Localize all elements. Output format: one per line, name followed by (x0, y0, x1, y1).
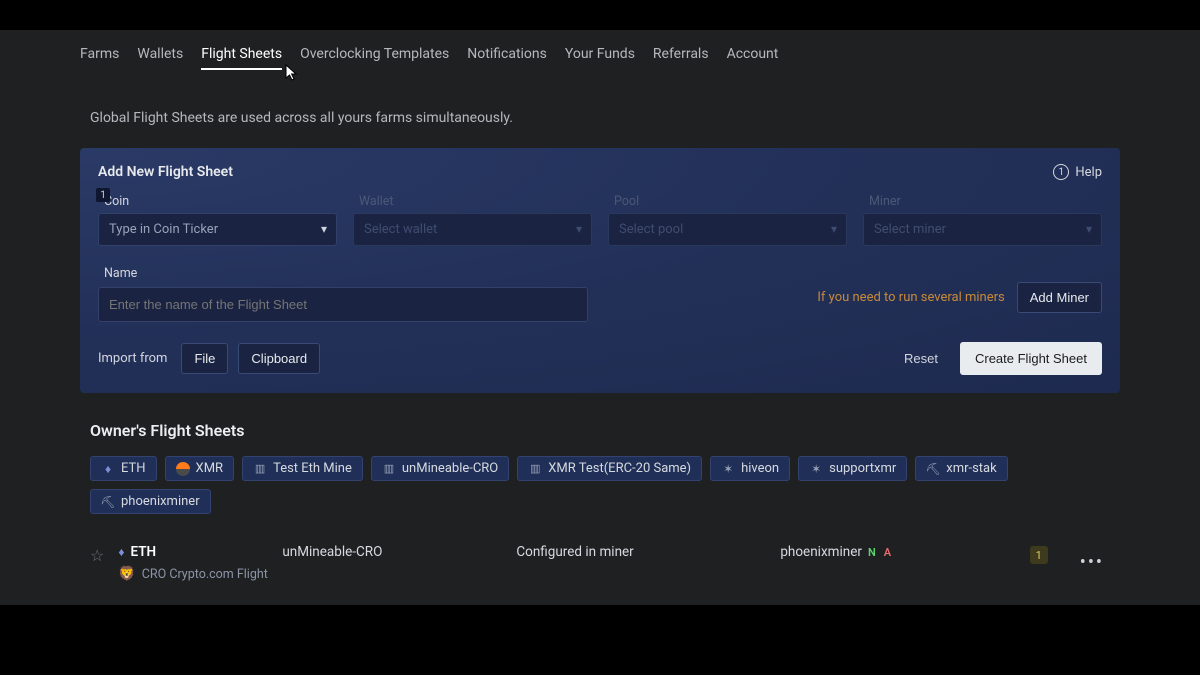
nav-your-funds[interactable]: Your Funds (565, 46, 635, 70)
chip-xmr[interactable]: XMR (165, 456, 235, 481)
tag-amd: A (884, 546, 891, 559)
main-nav: Farms Wallets Flight Sheets Overclocking… (80, 30, 1120, 82)
help-icon: 1 (1053, 164, 1069, 180)
name-label: Name (98, 266, 588, 281)
import-file-button[interactable]: File (181, 343, 228, 374)
chip-supportxmr[interactable]: ✶supportxmr (798, 456, 907, 481)
add-miner-note: If you need to run several miners (817, 290, 1004, 305)
nav-referrals[interactable]: Referrals (653, 46, 709, 70)
nav-farms[interactable]: Farms (80, 46, 119, 70)
coin-label: Coin (98, 194, 337, 209)
sheet-more-menu[interactable]: ••• (1080, 552, 1104, 573)
pickaxe-icon: ⛏ (926, 462, 940, 476)
sheet-rig-count: 1 (1030, 546, 1048, 564)
create-flight-sheet-button[interactable]: Create Flight Sheet (960, 342, 1102, 375)
sheet-icon: ▥ (528, 462, 542, 476)
pool-field: Pool Select pool ▾ (608, 194, 847, 246)
ethereum-icon: ♦ (118, 545, 124, 559)
owner-flight-sheets-title: Owner's Flight Sheets (80, 417, 1120, 456)
help-link[interactable]: 1 Help (1053, 164, 1102, 180)
global-flight-sheets-note: Global Flight Sheets are used across all… (80, 82, 1120, 148)
sheet-miner: phoenixminer N A (780, 544, 980, 560)
step-badge: 1 (96, 188, 110, 202)
import-label: Import from (98, 351, 167, 366)
flight-sheet-row: ☆ ♦ETH 🦁CRO Crypto.com Flight unMineable… (80, 538, 1120, 588)
chip-eth[interactable]: ♦ETH (90, 456, 157, 481)
pool-icon: ✶ (809, 462, 823, 476)
nav-oc-templates[interactable]: Overclocking Templates (300, 46, 449, 70)
pool-label: Pool (608, 194, 847, 209)
favorite-star[interactable]: ☆ (90, 544, 104, 565)
sheet-icon: ▥ (253, 462, 267, 476)
filter-chips: ♦ETH XMR ▥Test Eth Mine ▥unMineable-CRO … (80, 456, 1120, 538)
ethereum-icon: ♦ (101, 462, 115, 476)
coin-select[interactable]: Type in Coin Ticker (98, 213, 337, 246)
nav-flight-sheets[interactable]: Flight Sheets (201, 46, 282, 70)
import-clipboard-button[interactable]: Clipboard (238, 343, 320, 374)
nav-notifications[interactable]: Notifications (467, 46, 547, 70)
sheet-name[interactable]: 🦁CRO Crypto.com Flight (118, 566, 268, 582)
help-label: Help (1075, 165, 1102, 180)
panel-title: Add New Flight Sheet (98, 164, 233, 180)
sheet-pool: Configured in miner (516, 544, 766, 560)
miner-select[interactable]: Select miner (863, 213, 1102, 246)
nav-wallets[interactable]: Wallets (137, 46, 183, 70)
name-field: Name (98, 266, 588, 322)
add-flight-sheet-panel: Add New Flight Sheet 1 Help 1 Coin Type … (80, 148, 1120, 393)
chip-xmr-test[interactable]: ▥XMR Test(ERC-20 Same) (517, 456, 702, 481)
wallet-select[interactable]: Select wallet (353, 213, 592, 246)
sheet-wallet: unMineable-CRO (282, 544, 502, 560)
tag-nvidia: N (868, 546, 876, 559)
sheet-icon: ▥ (382, 462, 396, 476)
chip-xmr-stak[interactable]: ⛏xmr-stak (915, 456, 1007, 481)
name-input[interactable] (98, 287, 588, 322)
reset-button[interactable]: Reset (892, 344, 950, 373)
cro-icon: 🦁 (118, 566, 135, 582)
chip-test-eth-mine[interactable]: ▥Test Eth Mine (242, 456, 363, 481)
chip-phoenixminer[interactable]: ⛏phoenixminer (90, 489, 211, 514)
chip-unmineable-cro[interactable]: ▥unMineable-CRO (371, 456, 509, 481)
wallet-label: Wallet (353, 194, 592, 209)
miner-field: Miner Select miner ▾ (863, 194, 1102, 246)
pool-icon: ✶ (721, 462, 735, 476)
chip-hiveon[interactable]: ✶hiveon (710, 456, 790, 481)
sheet-coin[interactable]: ♦ETH (118, 544, 268, 560)
add-miner-button[interactable]: Add Miner (1017, 282, 1102, 313)
wallet-field: Wallet Select wallet ▾ (353, 194, 592, 246)
pool-select[interactable]: Select pool (608, 213, 847, 246)
miner-label: Miner (863, 194, 1102, 209)
pickaxe-icon: ⛏ (101, 495, 115, 509)
nav-account[interactable]: Account (727, 46, 779, 70)
coin-field: 1 Coin Type in Coin Ticker ▾ (98, 194, 337, 246)
monero-icon (176, 462, 190, 476)
